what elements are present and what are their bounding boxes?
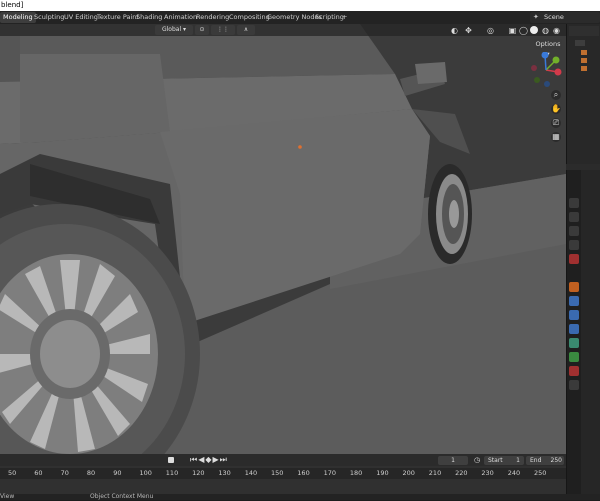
current-frame-field[interactable]: 1 [438,456,468,465]
clock-icon[interactable]: ◷ [474,456,480,465]
timeline-tick: 50 [8,469,17,477]
workspace-tab-bar: Modeling Sculpting UV Editing Texture Pa… [0,11,600,24]
xray-icon[interactable]: ▣ [508,26,517,35]
timeline-tick: 110 [165,469,179,477]
scene-name: Scene [544,13,564,21]
scene-icon: ✦ [533,13,539,21]
particles-tab-icon[interactable] [569,310,579,320]
gizmo-y-axis [552,56,560,64]
orientation-label: Global [161,26,182,33]
end-frame-field[interactable]: End 250 [526,456,564,465]
tool-tab-icon[interactable] [569,198,579,208]
outliner-item[interactable] [575,40,585,46]
timeline-tick: 180 [349,469,363,477]
timeline-editor[interactable]: ⏮◀◆▶⏭ 1 ◷ Start 1 End 250 50 60 70 80 90 100 1… [0,454,566,494]
proportional-edit-button[interactable]: ∧ [237,25,255,35]
current-frame-value: 1 [451,457,455,464]
material-tab-icon[interactable] [569,366,579,376]
visibility-icon[interactable]: ◐ [450,26,459,35]
properties-editor[interactable] [566,170,600,494]
object-icon [581,58,587,63]
snap-dropdown[interactable]: ⋮⋮ [211,25,235,35]
timeline-tick: 160 [297,469,310,477]
object-icon [581,66,587,71]
gizmo-x-axis [554,68,562,76]
modifier-tab-icon[interactable] [569,296,579,306]
object-origin [298,145,302,149]
properties-tabs [567,170,581,494]
timeline-tick: 230 [481,469,494,477]
data-tab-icon[interactable] [569,352,579,362]
timeline-header: ⏮◀◆▶⏭ 1 ◷ Start 1 End 250 [0,454,566,466]
collection-icon [581,50,587,55]
timeline-tick: 250 [534,469,547,477]
timeline-ruler[interactable]: 50 60 70 80 90 100 110 120 130 140 150 160 170 180 190… [0,468,566,479]
outliner-header [569,26,599,36]
timeline-tick: 150 [271,469,284,477]
timeline-tick: 70 [60,469,69,477]
wireframe-shading-icon[interactable]: ◯ [519,26,528,35]
playback-controls[interactable]: ⏮◀◆▶⏭ [190,455,228,465]
rendered-shading-icon[interactable]: ◉ [552,26,561,35]
add-workspace-button[interactable]: + [339,12,350,23]
end-label: End [530,457,542,464]
start-value: 1 [516,457,520,464]
zoom-icon[interactable]: ⌕ [551,90,561,100]
camera-icon[interactable]: ⎚ [551,118,561,128]
material-shading-icon[interactable]: ◍ [541,26,550,35]
scene-selector[interactable]: ✦ Scene [530,12,600,23]
timeline-tick: 210 [428,469,442,477]
status-bar: View Object Context Menu [0,493,600,500]
output-tab-icon[interactable] [569,226,579,236]
options-label: Options [535,40,561,48]
timeline-tick: 170 [323,469,337,477]
start-frame-field[interactable]: Start 1 [484,456,524,465]
right-side-panels [566,24,600,494]
window-title: blend] [1,1,24,9]
gizmo-icon[interactable]: ✥ [464,26,473,35]
texture-tab-icon[interactable] [569,380,579,390]
timeline-tick: 60 [34,469,43,477]
pivot-point-dropdown[interactable]: ⊙ [195,25,209,35]
timeline-tick: 120 [192,469,205,477]
timeline-tick: 140 [244,469,258,477]
render-tab-icon[interactable] [569,212,579,222]
scene-tab-icon[interactable] [569,254,579,264]
solid-shading-icon[interactable] [530,26,538,34]
viewport-header: Global ▾ ⊙ ⋮⋮ ∧ ◐ ✥ ◎ ▣ ◯ ◍ ◉ [0,24,566,36]
timeline-tick: 200 [402,469,415,477]
timeline-tick: 80 [86,469,96,477]
overlay-icon[interactable]: ◎ [486,26,495,35]
constraints-tab-icon[interactable] [569,338,579,348]
timeline-tick: 220 [455,469,468,477]
navigation-gizmo[interactable] [528,52,564,88]
timeline-tick: 100 [139,469,152,477]
timeline-tick: 190 [376,469,389,477]
window-title-bar: blend] [0,0,600,11]
viewport-scene[interactable] [0,24,566,454]
outliner[interactable] [566,24,600,164]
object-tab-icon[interactable] [569,282,579,292]
pan-hand-icon[interactable]: ✋ [551,104,561,114]
end-value: 250 [550,457,562,464]
physics-tab-icon[interactable] [569,324,579,334]
timeline-tick: 130 [218,469,231,477]
start-label: Start [488,457,503,464]
3d-viewport[interactable]: Global ▾ ⊙ ⋮⋮ ∧ ◐ ✥ ◎ ▣ ◯ ◍ ◉ Options ▾ … [0,24,566,454]
timeline-tick: 240 [507,469,521,477]
options-dropdown[interactable]: Options ▾ [534,39,562,58]
timeline-tick: 90 [113,469,122,477]
view-layer-tab-icon[interactable] [569,240,579,250]
auto-keying-icon[interactable] [168,457,174,463]
transform-orientation-dropdown[interactable]: Global ▾ [155,25,193,35]
gizmo-z-axis [541,52,549,59]
grid-perspective-icon[interactable]: ▦ [551,132,561,142]
